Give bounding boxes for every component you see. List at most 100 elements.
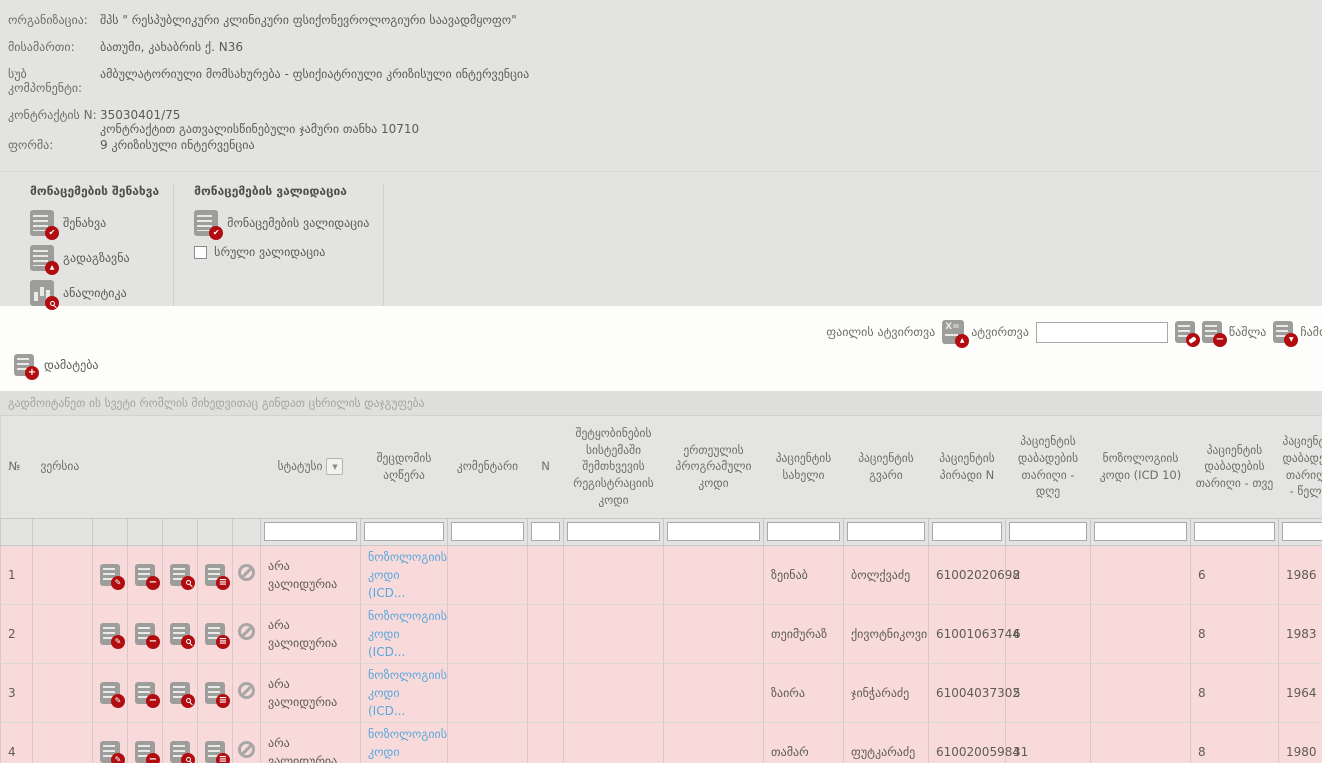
view-row-icon[interactable]: [170, 564, 190, 586]
clear-upload-icon[interactable]: [1175, 321, 1195, 343]
n-cell: [528, 545, 564, 604]
view-row-icon[interactable]: [170, 682, 190, 704]
header-personal-n[interactable]: პაციენტის პირადი N: [929, 416, 1006, 518]
comment-cell: [448, 663, 528, 722]
filter-birth-day-input[interactable]: [1009, 522, 1087, 541]
excel-upload-icon[interactable]: ▲: [942, 320, 964, 344]
error-link[interactable]: ნოზოლოგიის კოდი (ICD...: [368, 727, 447, 763]
status-cell: არა ვალიდურია: [261, 604, 361, 663]
header-n[interactable]: N: [528, 416, 564, 518]
header-unitcode[interactable]: ერთეულის პროგრამული კოდი: [664, 416, 764, 518]
upload-label[interactable]: ატვირთვა: [971, 325, 1029, 339]
file-upload-label[interactable]: ფაილის ატვირთვა: [826, 325, 935, 339]
filter-personal-n-input[interactable]: [932, 522, 1002, 541]
save-icon: ✔: [30, 210, 54, 236]
error-link[interactable]: ნოზოლოგიის კოდი (ICD...: [368, 609, 447, 659]
delete-row-icon[interactable]: −: [135, 623, 155, 645]
analytics-button[interactable]: ანალიტიკა: [30, 280, 159, 306]
icd-cell: [1091, 545, 1191, 604]
add-record-button[interactable]: + დამატება: [0, 344, 1322, 376]
header-version[interactable]: ვერსია: [33, 416, 93, 518]
firstname-cell: თეიმურაზ: [764, 604, 844, 663]
details-row-icon[interactable]: ≡: [205, 564, 225, 586]
header-error[interactable]: შეცდომის აღწერა: [361, 416, 448, 518]
edit-row-icon[interactable]: ✎: [100, 564, 120, 586]
header-icd[interactable]: ნოზოლოგიის კოდი (ICD 10): [1091, 416, 1191, 518]
header-birth-year[interactable]: პაციენტის დაბადების თარიღი - წელი: [1279, 416, 1322, 518]
birth-month-cell: 8: [1191, 663, 1279, 722]
header-birth-month[interactable]: პაციენტის დაბადების თარიღი - თვე: [1191, 416, 1279, 518]
header-status[interactable]: სტატუსი▼: [261, 416, 361, 518]
group-by-bar: გადმოიტანეთ ის სვეტი რომლის მიხედვითაც გ…: [0, 391, 1322, 416]
table-row: 2 ✎ − ≡ არა ვალიდურია ნოზოლოგიის კოდი (I…: [1, 604, 1322, 663]
birth-year-cell: 1983: [1279, 604, 1322, 663]
validation-group-title: მონაცემების ვალიდაცია: [194, 184, 369, 198]
filter-regcode-input[interactable]: [567, 522, 660, 541]
download-label[interactable]: ჩამოტვირთვა: [1300, 325, 1322, 339]
actions-panel: მონაცემების შენახვა ✔ შენახვა ▲ გადაგზავ…: [0, 172, 1322, 306]
save-group-title: მონაცემების შენახვა: [30, 184, 159, 198]
details-row-icon[interactable]: ≡: [205, 682, 225, 704]
validate-button[interactable]: ✔ მონაცემების ვალიდაცია: [194, 210, 369, 236]
delete-label[interactable]: წაშლა: [1229, 325, 1266, 339]
delete-row-icon[interactable]: −: [135, 741, 155, 763]
organization-value: შპს " რესპუბლიკური კლინიკური ფსიქონევროლ…: [100, 13, 517, 27]
status-filter-dropdown-icon[interactable]: ▼: [326, 458, 343, 475]
header-birth-day[interactable]: პაციენტის დაბადების თარიღი - დღე: [1006, 416, 1091, 518]
status-cell: არა ვალიდურია: [261, 663, 361, 722]
organization-label: ორგანიზაცია:: [8, 13, 100, 27]
birth-month-cell: 8: [1191, 722, 1279, 763]
row-number-cell: 3: [1, 663, 33, 722]
edit-row-icon[interactable]: ✎: [100, 623, 120, 645]
info-row-form: ფორმა: 9 კრიზისული ინტერვენცია: [8, 138, 1312, 152]
row-number-cell: 1: [1, 545, 33, 604]
header-firstname[interactable]: პაციენტის სახელი: [764, 416, 844, 518]
error-link[interactable]: ნოზოლოგიის კოდი (ICD...: [368, 668, 447, 718]
send-button[interactable]: ▲ გადაგზავნა: [30, 245, 159, 271]
filter-lastname-input[interactable]: [847, 522, 925, 541]
upload-file-input[interactable]: [1036, 322, 1168, 343]
firstname-cell: ზეინაბ: [764, 545, 844, 604]
error-link[interactable]: ნოზოლოგიის კოდი (ICD...: [368, 550, 447, 600]
filter-error-input[interactable]: [364, 522, 444, 541]
org-info-panel: ორგანიზაცია: შპს " რესპუბლიკური კლინიკურ…: [0, 0, 1322, 172]
validate-icon: ✔: [194, 210, 218, 236]
edit-row-icon[interactable]: ✎: [100, 741, 120, 763]
delete-row-icon[interactable]: −: [135, 564, 155, 586]
delete-row-icon[interactable]: −: [135, 682, 155, 704]
header-comment[interactable]: კომენტარი: [448, 416, 528, 518]
view-row-icon[interactable]: [170, 741, 190, 763]
version-cell: [33, 545, 93, 604]
view-row-icon[interactable]: [170, 623, 190, 645]
filter-comment-input[interactable]: [451, 522, 524, 541]
filter-birth-month-input[interactable]: [1194, 522, 1275, 541]
full-validation-checkbox[interactable]: [194, 246, 207, 259]
filter-unitcode-input[interactable]: [667, 522, 760, 541]
form-label: ფორმა:: [8, 138, 100, 152]
edit-row-icon[interactable]: ✎: [100, 682, 120, 704]
row-number-cell: 2: [1, 604, 33, 663]
birth-day-cell: 31: [1006, 722, 1091, 763]
version-cell: [33, 604, 93, 663]
firstname-cell: ზაირა: [764, 663, 844, 722]
header-regcode[interactable]: შეტყობინების სისტემაში შემთხვევის რეგისტ…: [564, 416, 664, 518]
toolbar-band: ფაილის ატვირთვა ▲ ატვირთვა − წაშლა ▼ ჩამ…: [0, 306, 1322, 391]
filter-n-input[interactable]: [531, 522, 560, 541]
filter-status-input[interactable]: [264, 522, 357, 541]
details-row-icon[interactable]: ≡: [205, 623, 225, 645]
filter-firstname-input[interactable]: [767, 522, 840, 541]
blocked-icon: [238, 682, 255, 699]
table-row: 4 ✎ − ≡ არა ვალიდურია ნოზოლოგიის კოდი (I…: [1, 722, 1322, 763]
birth-month-cell: 6: [1191, 545, 1279, 604]
info-row-address: მისამართი: ბათუმი, კახაბრის ქ. N36: [8, 40, 1312, 54]
filter-icd-input[interactable]: [1094, 522, 1187, 541]
details-row-icon[interactable]: ≡: [205, 741, 225, 763]
error-cell: ნოზოლოგიის კოდი (ICD...: [361, 604, 448, 663]
remove-upload-icon[interactable]: −: [1202, 321, 1222, 343]
lastname-cell: ბოლქვაძე: [844, 545, 929, 604]
download-icon[interactable]: ▼: [1273, 321, 1293, 343]
header-lastname[interactable]: პაციენტის გვარი: [844, 416, 929, 518]
full-validation-label: სრული ვალიდაცია: [214, 245, 325, 259]
filter-birth-year-input[interactable]: [1282, 522, 1322, 541]
save-button[interactable]: ✔ შენახვა: [30, 210, 159, 236]
